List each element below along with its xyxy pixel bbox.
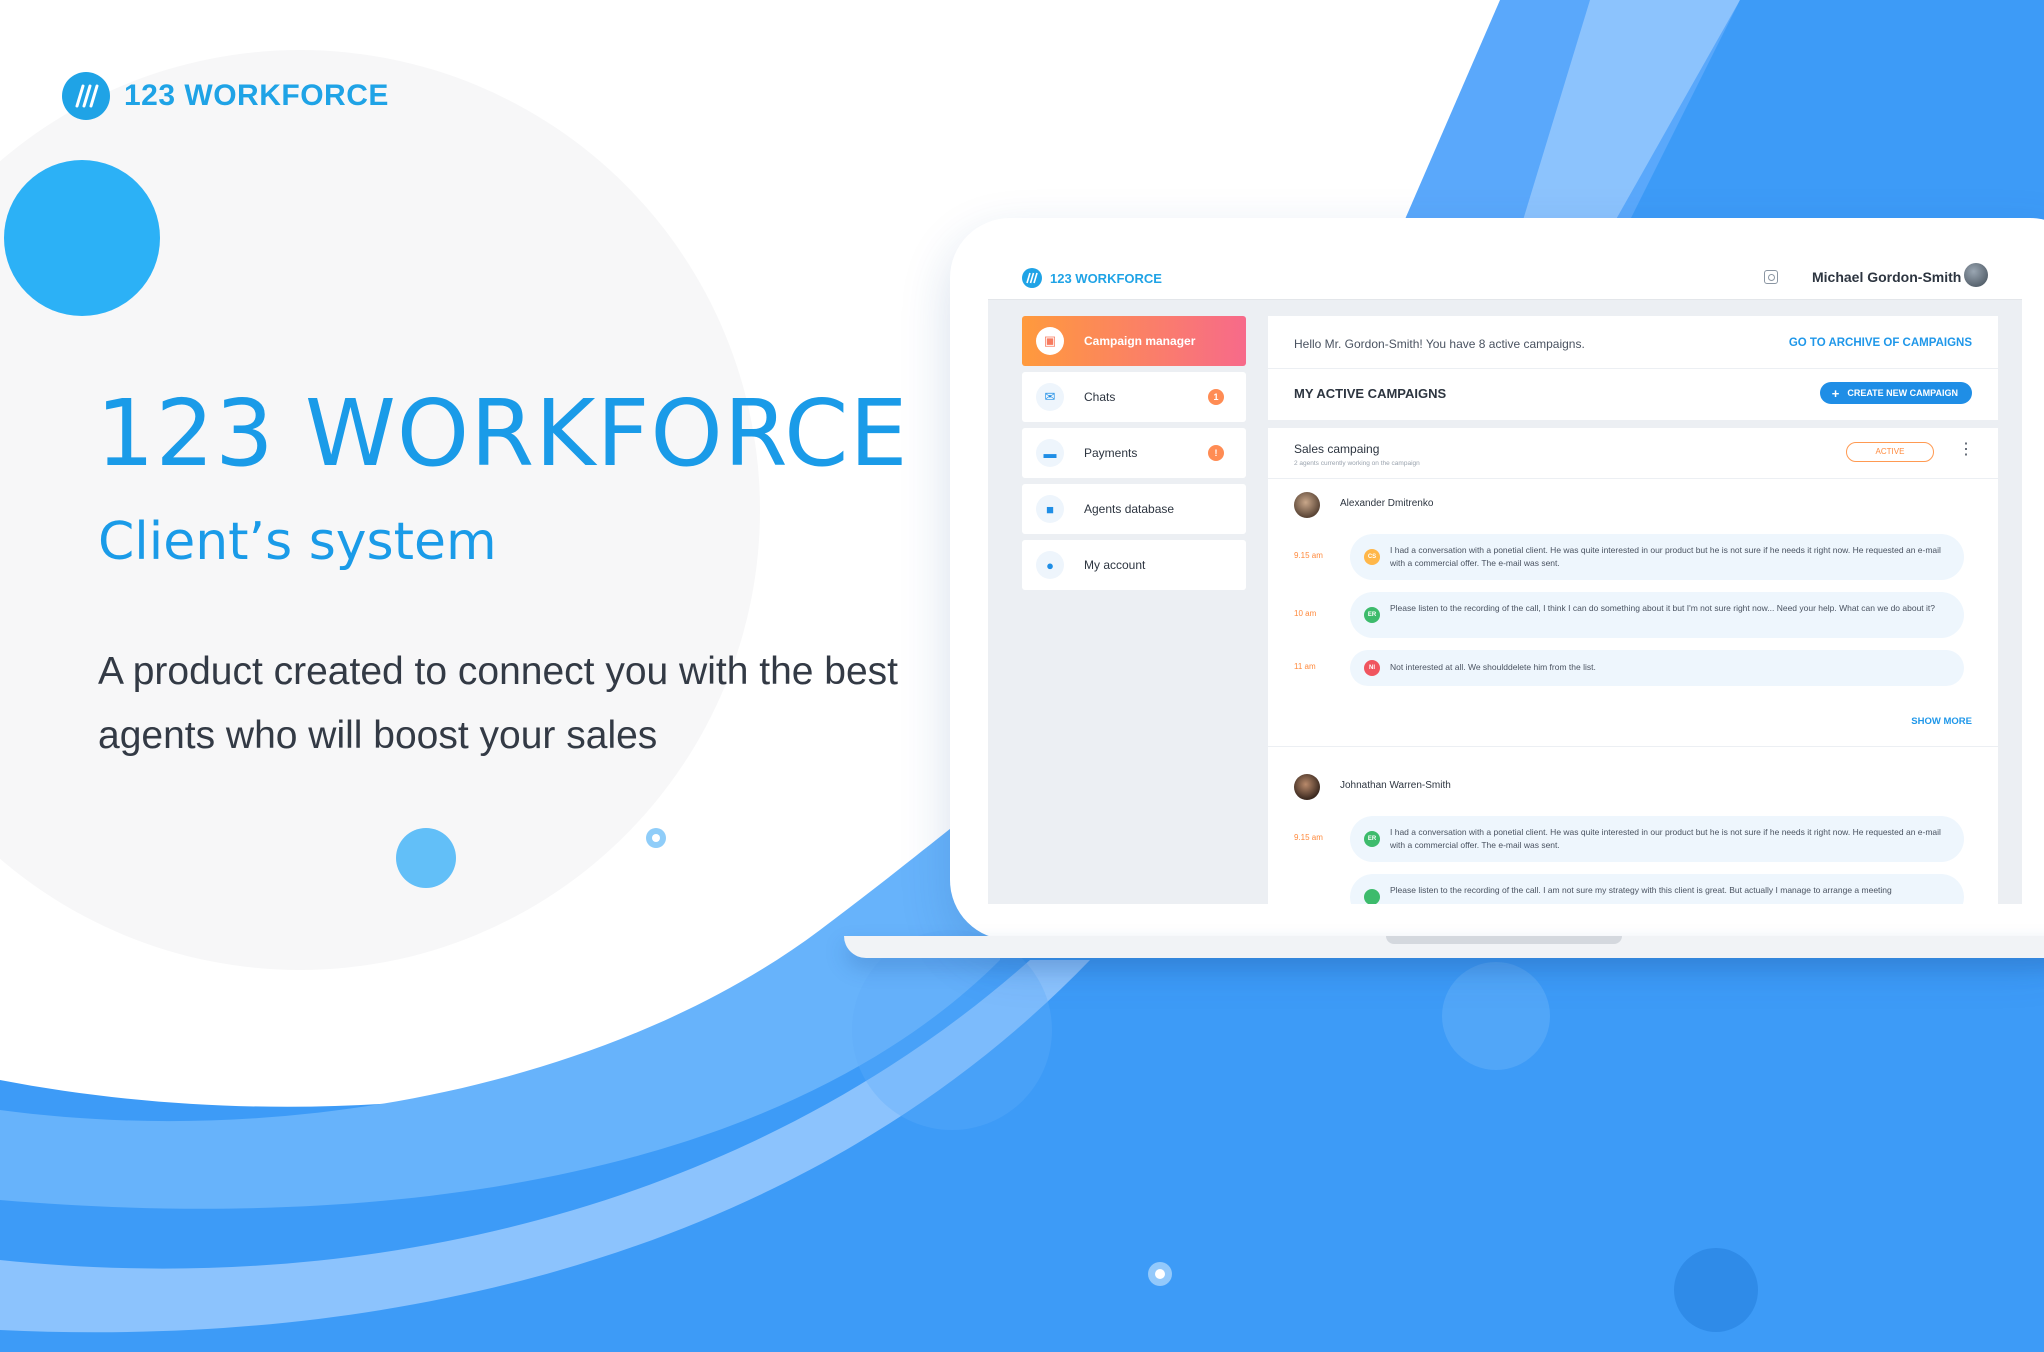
decor-circle bbox=[1442, 962, 1550, 1070]
message-bubble[interactable]: Please listen to the recording of the ca… bbox=[1350, 874, 1964, 904]
agent-header[interactable]: Alexander Dmitrenko bbox=[1294, 492, 1433, 518]
sidebar-item-my-account[interactable]: ● My account bbox=[1022, 540, 1246, 590]
slashes-logo-icon bbox=[1022, 268, 1042, 288]
message-bubble[interactable]: ER I had a conversation with a ponetial … bbox=[1350, 816, 1964, 862]
chat-icon: ✉ bbox=[1036, 383, 1064, 411]
brand-name: 123 WORKFORCE bbox=[124, 79, 389, 112]
message-row: 9.15 am CS I had a conversation with a p… bbox=[1294, 534, 1964, 580]
message-time: 9.15 am bbox=[1294, 551, 1323, 560]
message-text: Please listen to the recording of the ca… bbox=[1390, 885, 1892, 895]
sidebar-item-chats[interactable]: ✉ Chats 1 bbox=[1022, 372, 1246, 422]
agent-name: Johnathan Warren-Smith bbox=[1340, 780, 1451, 791]
sidebar-item-label: My account bbox=[1084, 558, 1146, 572]
status-initials bbox=[1364, 889, 1380, 904]
alert-badge: ! bbox=[1208, 445, 1224, 461]
campaign-title: Sales campaing bbox=[1294, 442, 1380, 456]
status-badge[interactable]: ACTIVE bbox=[1846, 442, 1934, 462]
user-avatar[interactable] bbox=[1964, 263, 1988, 287]
message-bubble[interactable]: CS I had a conversation with a ponetial … bbox=[1350, 534, 1964, 580]
message-text: I had a conversation with a ponetial cli… bbox=[1390, 827, 1941, 850]
divider bbox=[1268, 368, 1998, 369]
decor-circle bbox=[1155, 1269, 1165, 1279]
message-bubble[interactable]: NI Not interested at all. We shoulddelet… bbox=[1350, 650, 1964, 686]
message-row: Please listen to the recording of the ca… bbox=[1294, 874, 1964, 904]
message-text: Please listen to the recording of the ca… bbox=[1390, 603, 1935, 613]
app-topbar: 123 WORKFORCE Michael Gordon-Smith bbox=[988, 254, 2022, 300]
slashes-logo-icon bbox=[62, 72, 110, 120]
campaign-subtitle: 2 agents currently working on the campai… bbox=[1294, 460, 1420, 467]
agent-avatar bbox=[1294, 774, 1320, 800]
agent-name: Alexander Dmitrenko bbox=[1340, 498, 1434, 509]
decor-circle bbox=[1674, 1248, 1758, 1332]
decor-circle bbox=[652, 834, 660, 842]
message-text: Not interested at all. We shoulddelete h… bbox=[1390, 662, 1596, 672]
message-time: 11 am bbox=[1294, 662, 1316, 671]
laptop-notch bbox=[1386, 936, 1622, 944]
status-initials: NI bbox=[1364, 660, 1380, 676]
sidebar: ▣ Campaign manager ✉ Chats 1 ▬ Payments … bbox=[1022, 316, 1246, 596]
show-more-link[interactable]: SHOW MORE bbox=[1911, 716, 1972, 727]
plus-icon: + bbox=[1831, 385, 1840, 401]
divider bbox=[1268, 478, 1998, 479]
section-title: MY ACTIVE CAMPAIGNS bbox=[1294, 386, 1447, 401]
agent-header[interactable]: Johnathan Warren-Smith bbox=[1294, 774, 1451, 800]
briefcase-icon: ■ bbox=[1036, 495, 1064, 523]
greeting-text: Hello Mr. Gordon-Smith! You have 8 activ… bbox=[1294, 337, 1585, 351]
sidebar-item-agents-database[interactable]: ■ Agents database bbox=[1022, 484, 1246, 534]
campaign-card: Sales campaing 2 agents currently workin… bbox=[1268, 428, 1998, 904]
archive-link[interactable]: GO TO ARCHIVE OF CAMPAIGNS bbox=[1789, 337, 1972, 349]
agent-avatar bbox=[1294, 492, 1320, 518]
decor-circle bbox=[396, 828, 456, 888]
hero-description: A product created to connect you with th… bbox=[98, 650, 898, 757]
status-initials: ER bbox=[1364, 607, 1380, 623]
camera-icon[interactable] bbox=[1764, 270, 1778, 284]
more-vertical-icon[interactable]: ⋮ bbox=[1958, 442, 1974, 458]
sidebar-item-label: Chats bbox=[1084, 390, 1116, 404]
card-icon: ▬ bbox=[1036, 439, 1064, 467]
app-brand-name: 123 WORKFORCE bbox=[1050, 270, 1162, 286]
hero-title: 123 WORKFORCE bbox=[96, 380, 909, 487]
message-row: 9.15 am ER I had a conversation with a p… bbox=[1294, 816, 1964, 862]
user-name[interactable]: Michael Gordon-Smith bbox=[1812, 269, 1961, 285]
create-campaign-label: CREATE NEW CAMPAIGN bbox=[1847, 388, 1958, 398]
status-initials: ER bbox=[1364, 831, 1380, 847]
sidebar-item-payments[interactable]: ▬ Payments ! bbox=[1022, 428, 1246, 478]
sidebar-item-label: Payments bbox=[1084, 446, 1138, 460]
message-row: 11 am NI Not interested at all. We shoul… bbox=[1294, 650, 1964, 696]
app-screen: 123 WORKFORCE Michael Gordon-Smith ▣ Cam… bbox=[988, 254, 2022, 904]
message-text: I had a conversation with a ponetial cli… bbox=[1390, 545, 1941, 568]
create-campaign-button[interactable]: + CREATE NEW CAMPAIGN bbox=[1819, 382, 1972, 404]
message-bubble[interactable]: ER Please listen to the recording of the… bbox=[1350, 592, 1964, 638]
laptop-frame: 123 WORKFORCE Michael Gordon-Smith ▣ Cam… bbox=[950, 218, 2044, 940]
message-row: 10 am ER Please listen to the recording … bbox=[1294, 592, 1964, 638]
user-icon: ● bbox=[1036, 551, 1064, 579]
main-panel: Hello Mr. Gordon-Smith! You have 8 activ… bbox=[1268, 316, 1998, 904]
message-time: 10 am bbox=[1294, 609, 1317, 618]
sidebar-item-campaign-manager[interactable]: ▣ Campaign manager bbox=[1022, 316, 1246, 366]
message-time: 9.15 am bbox=[1294, 833, 1323, 842]
status-initials: CS bbox=[1364, 549, 1380, 565]
greeting-card: Hello Mr. Gordon-Smith! You have 8 activ… bbox=[1268, 316, 1998, 420]
presentation-icon: ▣ bbox=[1036, 327, 1064, 355]
divider bbox=[1268, 746, 1998, 747]
decor-circle bbox=[852, 930, 1052, 1130]
decor-circle bbox=[4, 160, 160, 316]
hero-subtitle: Client’s system bbox=[98, 512, 497, 572]
brand-logo[interactable]: 123 WORKFORCE bbox=[62, 72, 389, 120]
sidebar-item-label: Agents database bbox=[1084, 502, 1175, 516]
app-brand[interactable]: 123 WORKFORCE bbox=[1022, 268, 1162, 288]
notification-badge: 1 bbox=[1208, 389, 1224, 405]
sidebar-item-label: Campaign manager bbox=[1084, 334, 1196, 348]
